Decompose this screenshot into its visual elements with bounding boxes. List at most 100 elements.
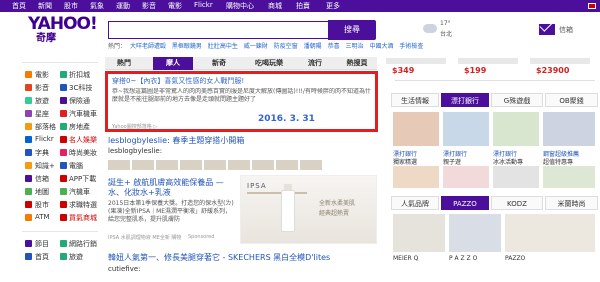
story-title[interactable]: 韓妞人氣第一、修長美腿穿著它 - SKECHERS 黑白全模D'lites xyxy=(108,252,330,263)
sidebar-item[interactable]: 旅遊 xyxy=(35,96,49,106)
sidebar-item[interactable]: 地圖 xyxy=(35,187,49,197)
brand-label[interactable]: MEIER Q xyxy=(393,255,418,262)
promo-image[interactable] xyxy=(493,112,539,146)
sidebar-item[interactable]: 旅遊 xyxy=(69,252,83,262)
deal-item[interactable]: $23900 xyxy=(526,56,596,78)
topnav-home[interactable]: 首頁 xyxy=(12,1,26,11)
topnav-news[interactable]: 新聞 xyxy=(38,1,52,11)
sidebar-item[interactable]: 時尚美妝 xyxy=(69,148,97,158)
yahoo-logo[interactable]: YAHOO! 奇摩 xyxy=(28,15,98,47)
hotword[interactable]: 手術檢查 xyxy=(399,43,423,50)
hotword[interactable]: 大咩老師遭毆 xyxy=(130,43,166,50)
tab-milan[interactable]: 米蘭時尚 xyxy=(545,196,598,210)
tab-hot[interactable]: 熱門 xyxy=(105,57,143,70)
search-button[interactable]: 搜尋 xyxy=(328,20,376,40)
tab-popular-brands[interactable]: 人氣品牌 xyxy=(391,196,439,210)
sidebar-item[interactable]: 求職特選 xyxy=(69,200,97,210)
brand-label[interactable]: PAZZO xyxy=(505,255,525,262)
brand-label[interactable]: P A Z Z O xyxy=(449,255,477,262)
featured-story[interactable]: 穿搭0~【內衣】喜氣又性感的女人戰鬥服! 恭~我想這篇圖是非常驚人的肉肉美感百實… xyxy=(105,71,378,132)
sidebar-item[interactable]: 星座 xyxy=(35,109,49,119)
ad-source[interactable]: IPSA 水肌調理物液 ME全新 購物 xyxy=(108,234,181,241)
deal-item[interactable]: $199 xyxy=(454,56,524,78)
tab-food-fun[interactable]: 吃喝玩樂 xyxy=(245,57,293,70)
topnav-shopping[interactable]: 購物中心 xyxy=(226,1,254,11)
sidebar-item[interactable]: 字典 xyxy=(35,148,49,158)
promo-image[interactable] xyxy=(393,112,439,146)
promo-image[interactable] xyxy=(443,112,489,146)
story-author[interactable]: cutiefive: xyxy=(108,265,141,273)
topnav-sports[interactable]: 運動 xyxy=(116,1,130,11)
topnav-flickr[interactable]: Flickr xyxy=(194,1,213,9)
brand-image[interactable] xyxy=(393,214,445,252)
weather-widget[interactable]: 17° 台北 xyxy=(423,20,483,40)
brand-image[interactable] xyxy=(449,214,501,252)
hotword[interactable]: 壯壯高中生 xyxy=(208,43,238,50)
sidebar-item[interactable]: 保險通 xyxy=(69,96,90,106)
thumbnail[interactable] xyxy=(252,160,274,170)
tab-novelty[interactable]: 新奇 xyxy=(199,57,239,70)
sidebar-item[interactable]: 節目 xyxy=(35,239,49,249)
sidebar-item[interactable]: 折扣城 xyxy=(69,70,90,80)
tab-bank[interactable]: 漂打銀行 xyxy=(441,93,489,107)
promo-image[interactable] xyxy=(543,166,595,188)
thumbnail[interactable] xyxy=(156,160,178,170)
tab-life-info[interactable]: 生活情報 xyxy=(391,93,439,107)
topnav-video[interactable]: 影音 xyxy=(142,1,156,11)
hotword[interactable]: 潘朝陽 xyxy=(304,43,322,50)
story-thumbnails[interactable] xyxy=(108,160,326,170)
tab-games[interactable]: G殊遊戲 xyxy=(491,93,543,107)
sidebar-item[interactable]: 部落格 xyxy=(35,122,56,132)
featured-source[interactable]: Yahoo圖搜部落格 ▷ xyxy=(112,123,157,130)
tab-ob[interactable]: OB聚錢 xyxy=(545,93,598,107)
mail-link[interactable]: 信箱 xyxy=(539,22,589,38)
promo-image[interactable] xyxy=(543,112,595,146)
sidebar-item[interactable]: 首頁 xyxy=(35,252,49,262)
deal-item[interactable]: $349 xyxy=(382,56,452,78)
sidebar-item[interactable]: Flickr xyxy=(35,135,54,143)
sidebar-item[interactable]: 電腦 xyxy=(69,161,83,171)
sidebar-item[interactable]: 股市 xyxy=(35,200,49,210)
thumbnail[interactable] xyxy=(132,160,154,170)
thumbnail[interactable] xyxy=(108,160,130,170)
tab-fashion[interactable]: 流行 xyxy=(297,57,333,70)
tab-people[interactable]: 摩人 xyxy=(153,57,193,70)
story-title[interactable]: lesblogbyleslie: 春季主題穿搭小開箱 xyxy=(108,135,244,146)
hotword[interactable]: 中國大酒 xyxy=(369,43,393,50)
tab-trending[interactable]: 熱搜頁 xyxy=(337,57,377,70)
ad-title[interactable]: 誕生+ 啟航肌膚高效能保養品 — 水、化妝水+乳液 xyxy=(108,178,234,198)
sidebar-item[interactable]: 房地產 xyxy=(69,122,90,132)
promo-image[interactable] xyxy=(493,166,539,188)
topnav-mall[interactable]: 商城 xyxy=(268,1,282,11)
sidebar-item[interactable]: 信箱 xyxy=(35,174,49,184)
thumbnail[interactable] xyxy=(300,160,322,170)
topnav-more[interactable]: 更多 xyxy=(326,1,340,11)
sidebar-item[interactable]: 汽機車 xyxy=(69,187,90,197)
promo-image[interactable] xyxy=(393,166,439,188)
sidebar-item[interactable]: ATM xyxy=(35,213,50,221)
sidebar-item[interactable]: 買氣商城 xyxy=(69,213,97,223)
hotword[interactable]: 黑框眼鏡男 xyxy=(172,43,202,50)
hotword[interactable]: 防疫空窗 xyxy=(274,43,298,50)
ad-image[interactable]: IPSA 全新水柔美肌 經典超熱賣 xyxy=(240,175,377,244)
thumbnail[interactable] xyxy=(180,160,202,170)
hotword[interactable]: 恭喜 xyxy=(328,43,340,50)
hotword[interactable]: 三明治 xyxy=(346,43,364,50)
hotword[interactable]: 威一鍊財 xyxy=(244,43,268,50)
tab-pazzo[interactable]: PAZZO xyxy=(441,196,489,210)
story-author[interactable]: lesblogbyleslie: xyxy=(108,147,162,155)
sidebar-item[interactable]: 電影 xyxy=(35,70,49,80)
search-input[interactable] xyxy=(108,21,328,39)
featured-title[interactable]: 穿搭0~【內衣】喜氣又性感的女人戰鬥服! xyxy=(112,76,371,87)
thumbnail[interactable] xyxy=(228,160,250,170)
thumbnail[interactable] xyxy=(204,160,226,170)
region-flag-icon[interactable] xyxy=(588,3,596,9)
sidebar-item[interactable]: 汽車機車 xyxy=(69,109,97,119)
sidebar-item[interactable]: 3C科技 xyxy=(69,83,92,93)
brand-image[interactable] xyxy=(505,214,595,252)
sidebar-item[interactable]: APP下載 xyxy=(69,174,96,184)
sidebar-item[interactable]: 名人娛樂 xyxy=(69,135,97,145)
topnav-auction[interactable]: 拍賣 xyxy=(296,1,310,11)
tab-kodz[interactable]: KODZ xyxy=(491,196,543,210)
promo-image[interactable] xyxy=(443,166,489,188)
